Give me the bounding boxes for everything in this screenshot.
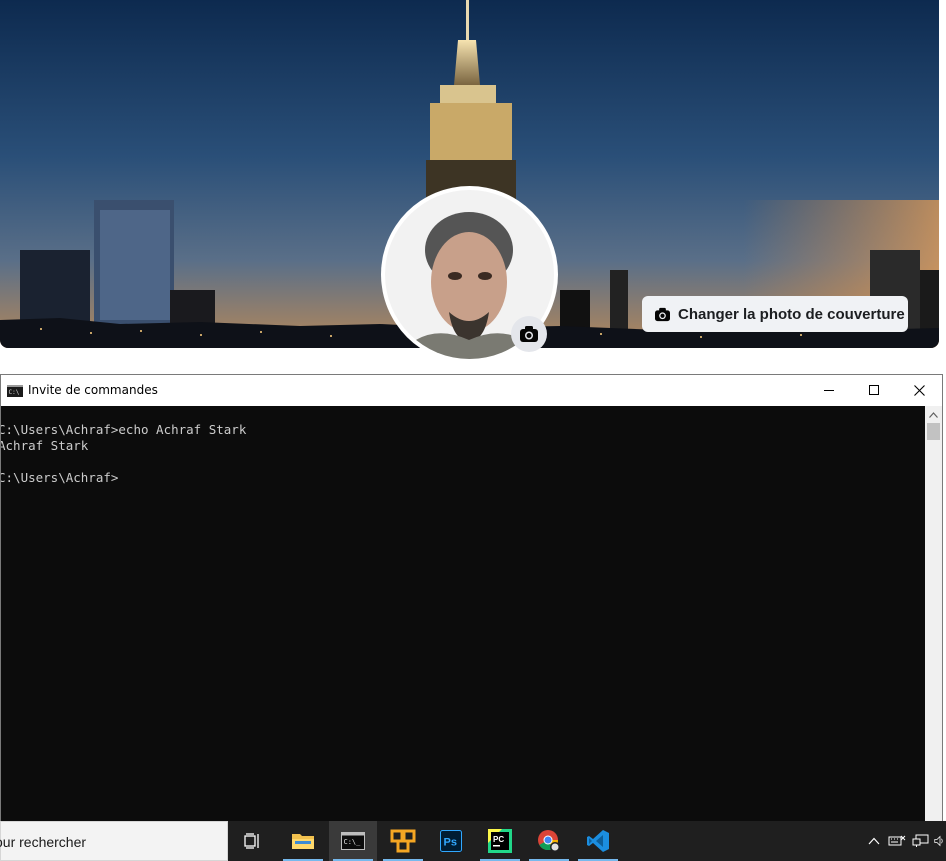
taskbar-app-file-explorer[interactable] — [279, 821, 327, 861]
pycharm-icon: PC — [488, 829, 512, 853]
chevron-up-icon — [868, 837, 880, 845]
taskbar-search-box[interactable]: our rechercher — [0, 821, 228, 861]
close-icon — [913, 384, 925, 396]
folder-icon — [292, 834, 314, 849]
window-title-bar[interactable]: C:\ Invite de commandes — [1, 375, 942, 406]
console-output[interactable]: C:\Users\Achraf>echo Achraf Stark Achraf… — [1, 406, 925, 822]
maximize-button[interactable] — [851, 375, 897, 405]
change-cover-photo-label: Changer la photo de couverture — [678, 305, 905, 323]
windows-taskbar: our rechercher C:\_ Ps PC — [0, 821, 946, 861]
svg-text:Ps: Ps — [444, 837, 457, 849]
taskbar-app-photoshop[interactable]: Ps — [427, 821, 475, 861]
taskbar-app-vscode[interactable] — [574, 821, 622, 861]
chevron-up-icon — [929, 411, 938, 418]
command-prompt-window[interactable]: C:\ Invite de commandes C:\Users\Achraf>… — [0, 374, 943, 822]
show-hidden-icons-button[interactable] — [864, 821, 884, 861]
taskbar-app-vmware[interactable] — [379, 821, 427, 861]
camera-icon — [655, 307, 670, 321]
volume-control[interactable] — [934, 821, 946, 861]
vscode-icon — [587, 830, 609, 852]
scrollbar-thumb[interactable] — [927, 423, 940, 440]
console-line: C:\Users\Achraf>echo Achraf Stark — [1, 422, 247, 437]
terminal-icon: C:\_ — [341, 832, 365, 850]
network-status[interactable] — [910, 821, 932, 861]
chrome-icon — [538, 830, 560, 852]
taskbar-app-command-prompt[interactable]: C:\_ — [329, 821, 377, 861]
svg-text:C:\_: C:\_ — [344, 838, 362, 846]
minimize-icon — [824, 390, 834, 391]
console-line: Achraf Stark — [1, 438, 89, 453]
photoshop-icon: Ps — [440, 830, 462, 852]
taskbar-app-pycharm[interactable]: PC — [476, 821, 524, 861]
search-placeholder: our rechercher — [0, 834, 87, 850]
console-prompt-line: C:\Users\Achraf> — [1, 470, 119, 485]
keyboard-icon — [888, 835, 906, 846]
volume-icon — [934, 835, 943, 847]
maximize-icon — [869, 385, 879, 395]
terminal-icon: C:\ — [7, 385, 23, 397]
scroll-up-button[interactable] — [925, 406, 942, 423]
vertical-scrollbar[interactable] — [925, 406, 942, 822]
taskbar-app-chrome[interactable] — [525, 821, 573, 861]
close-button[interactable] — [896, 375, 942, 405]
window-title: Invite de commandes — [28, 383, 158, 397]
camera-icon — [520, 326, 538, 342]
task-view-icon — [244, 833, 259, 849]
vmware-icon — [390, 829, 416, 853]
update-profile-picture-button[interactable] — [511, 316, 547, 352]
change-cover-photo-button[interactable]: Changer la photo de couverture — [642, 296, 908, 332]
task-view-button[interactable] — [229, 821, 277, 861]
minimize-button[interactable] — [806, 375, 852, 405]
svg-text:PC: PC — [493, 835, 504, 844]
facebook-profile-header: Changer la photo de couverture — [0, 0, 946, 372]
network-icon — [912, 834, 929, 847]
svg-text:C:\: C:\ — [9, 389, 20, 396]
input-indicator[interactable] — [886, 821, 908, 861]
